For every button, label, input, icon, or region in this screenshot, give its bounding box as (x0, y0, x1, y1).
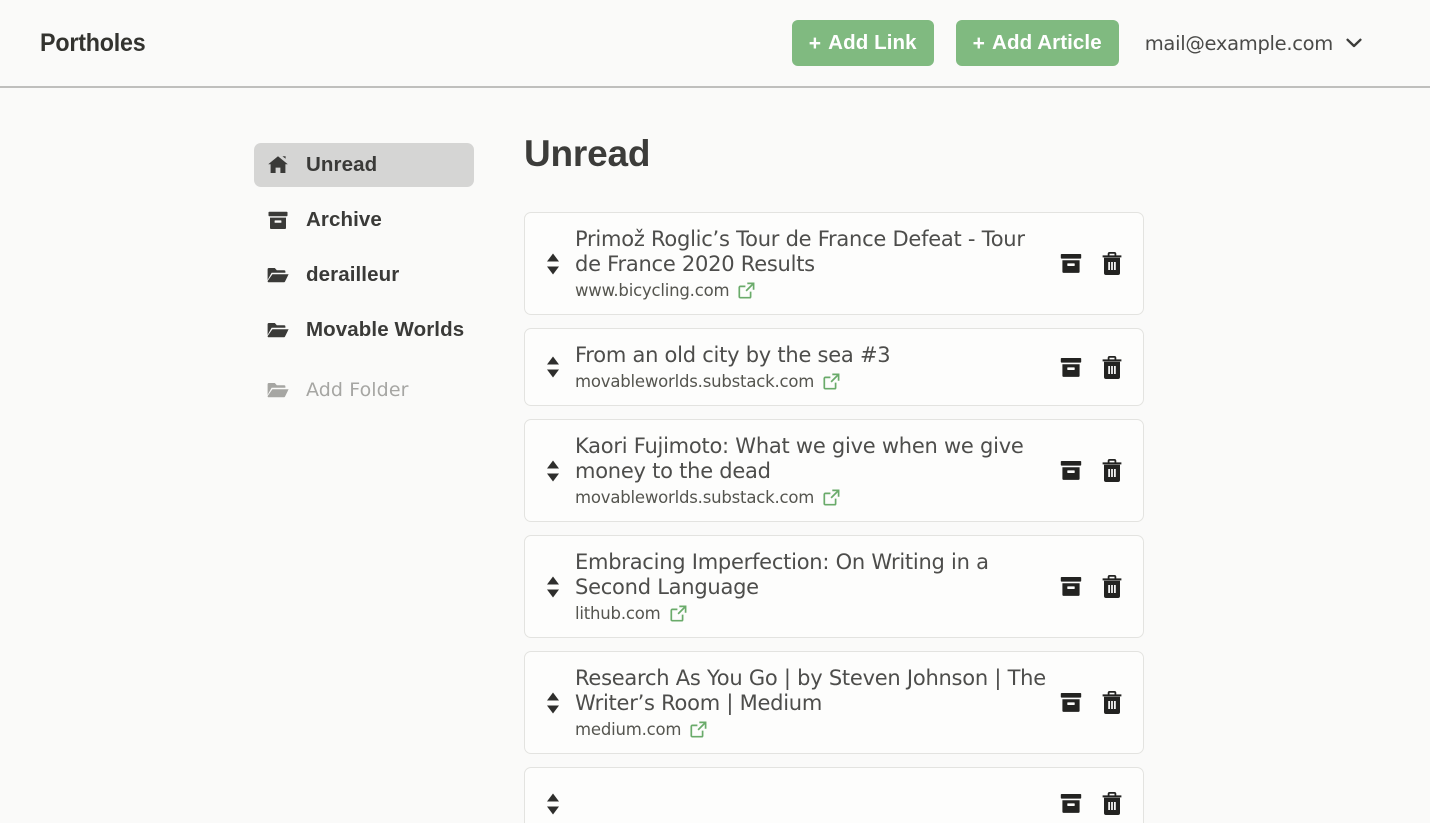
drag-handle-icon[interactable] (543, 575, 563, 599)
article-actions (1060, 355, 1123, 379)
page-layout: Unread Archive derailleur Movable Worlds… (0, 88, 1430, 823)
archive-button[interactable] (1060, 253, 1082, 274)
article-title[interactable]: From an old city by the sea #3 (575, 343, 1050, 368)
delete-button[interactable] (1101, 691, 1123, 714)
archive-button[interactable] (1060, 357, 1082, 378)
article-meta: www.bicycling.com (575, 281, 1050, 300)
sidebar-item-label: derailleur (306, 263, 400, 286)
account-email: mail@example.com (1144, 31, 1334, 55)
article-title[interactable]: Embracing Imperfection: On Writing in a … (575, 550, 1050, 600)
archive-button[interactable] (1060, 460, 1082, 481)
article-list: Primož Roglic’s Tour de France Defeat - … (524, 212, 1144, 823)
article-domain[interactable]: movableworlds.substack.com (575, 488, 814, 507)
header-actions: + Add Link + Add Article mail@example.co… (791, 20, 1362, 66)
archive-button[interactable] (1060, 793, 1082, 814)
article-title[interactable]: Research As You Go | by Steven Johnson |… (575, 666, 1050, 716)
article-body: Primož Roglic’s Tour de France Defeat - … (575, 227, 1060, 300)
article-body: Kaori Fujimoto: What we give when we giv… (575, 434, 1060, 507)
article-actions (1060, 252, 1123, 275)
app-header: Portholes + Add Link + Add Article mail@… (0, 0, 1430, 88)
article-domain[interactable]: medium.com (575, 720, 682, 739)
sidebar-item-unread[interactable]: Unread (254, 143, 474, 187)
account-menu[interactable]: mail@example.com (1145, 32, 1362, 55)
sidebar-item-archive[interactable]: Archive (254, 198, 474, 242)
home-icon (267, 154, 289, 176)
article-card[interactable]: From an old city by the sea #3 movablewo… (524, 328, 1144, 406)
delete-button[interactable] (1101, 252, 1123, 275)
plus-icon: + (972, 31, 986, 55)
archive-button[interactable] (1060, 576, 1082, 597)
article-card[interactable]: Embracing Imperfection: On Writing in a … (524, 535, 1144, 638)
chevron-down-icon (1346, 38, 1362, 48)
article-title[interactable]: Kaori Fujimoto: What we give when we giv… (575, 434, 1050, 484)
article-body: Research As You Go | by Steven Johnson |… (575, 666, 1060, 739)
sidebar-item-label: Unread (306, 153, 378, 176)
drag-handle-icon[interactable] (543, 252, 563, 276)
folder-icon (267, 319, 289, 341)
article-meta: movableworlds.substack.com (575, 488, 1050, 507)
add-link-label: Add Link (828, 31, 917, 54)
article-domain[interactable]: www.bicycling.com (575, 281, 730, 300)
page-title: Unread (524, 133, 651, 174)
article-meta: medium.com (575, 720, 1050, 739)
external-link-icon[interactable] (823, 373, 840, 390)
article-actions (1060, 575, 1123, 598)
sidebar-item-movable-worlds[interactable]: Movable Worlds (254, 308, 474, 352)
article-meta: movableworlds.substack.com (575, 372, 1050, 391)
article-card[interactable]: Primož Roglic’s Tour de France Defeat - … (524, 212, 1144, 315)
sidebar: Unread Archive derailleur Movable Worlds… (254, 141, 474, 823)
sidebar-item-label: Movable Worlds (306, 318, 465, 341)
article-body: Embracing Imperfection: On Writing in a … (575, 550, 1060, 623)
article-card[interactable]: Research As You Go | by Steven Johnson |… (524, 651, 1144, 754)
main-content: Unread Primož Roglic’s Tour de France De… (524, 133, 1144, 823)
folder-icon (267, 379, 289, 401)
drag-handle-icon[interactable] (543, 355, 563, 379)
add-article-label: Add Article (992, 31, 1102, 54)
drag-handle-icon[interactable] (543, 691, 563, 715)
article-title[interactable]: Primož Roglic’s Tour de France Defeat - … (575, 227, 1050, 277)
article-card[interactable]: Kaori Fujimoto: What we give when we giv… (524, 419, 1144, 522)
article-body (575, 802, 1060, 806)
add-folder-button[interactable]: Add Folder (254, 368, 474, 412)
archive-icon (267, 209, 289, 231)
article-body: From an old city by the sea #3 movablewo… (575, 343, 1060, 391)
sidebar-item-label: Archive (306, 208, 382, 231)
article-actions (1060, 459, 1123, 482)
delete-button[interactable] (1101, 575, 1123, 598)
external-link-icon[interactable] (823, 489, 840, 506)
app-brand: Portholes (40, 28, 146, 57)
delete-button[interactable] (1101, 459, 1123, 482)
drag-handle-icon[interactable] (543, 459, 563, 483)
delete-button[interactable] (1101, 355, 1123, 379)
add-article-button[interactable]: + Add Article (955, 20, 1119, 66)
add-folder-label: Add Folder (306, 379, 409, 401)
folder-icon (267, 264, 289, 286)
drag-handle-icon[interactable] (543, 792, 563, 816)
article-domain[interactable]: lithub.com (575, 604, 661, 623)
sidebar-item-derailleur[interactable]: derailleur (254, 253, 474, 297)
archive-button[interactable] (1060, 692, 1082, 713)
article-domain[interactable]: movableworlds.substack.com (575, 372, 814, 391)
external-link-icon[interactable] (738, 282, 755, 299)
delete-button[interactable] (1101, 792, 1123, 815)
article-card[interactable] (524, 767, 1144, 823)
external-link-icon[interactable] (690, 721, 707, 738)
article-actions (1060, 691, 1123, 714)
add-link-button[interactable]: + Add Link (791, 20, 934, 66)
article-actions (1060, 792, 1123, 815)
article-meta: lithub.com (575, 604, 1050, 623)
plus-icon: + (808, 31, 822, 55)
external-link-icon[interactable] (669, 605, 687, 622)
